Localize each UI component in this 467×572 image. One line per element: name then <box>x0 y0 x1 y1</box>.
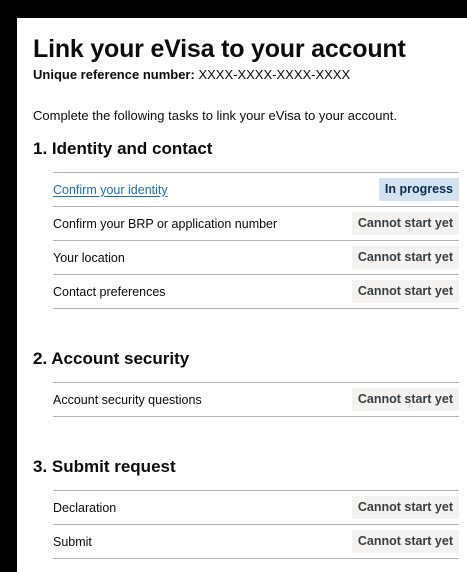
task-name: Account security questions <box>53 392 202 407</box>
task-confirm-identity[interactable]: Confirm your identity In progress <box>53 173 459 207</box>
task-your-location: Your location Cannot start yet <box>53 241 459 275</box>
page-frame: Link your eVisa to your account Unique r… <box>17 18 467 572</box>
status-tag-cannot-start: Cannot start yet <box>351 496 459 519</box>
reference-label: Unique reference number: <box>33 67 195 82</box>
task-confirm-brp: Confirm your BRP or application number C… <box>53 207 459 241</box>
task-contact-preferences: Contact preferences Cannot start yet <box>53 275 459 309</box>
reference-number: Unique reference number: XXXX-XXXX-XXXX-… <box>33 66 459 83</box>
status-tag-cannot-start: Cannot start yet <box>351 530 459 553</box>
task-list: Account security questions Cannot start … <box>53 382 459 417</box>
section-title: 1. Identity and contact <box>33 139 213 158</box>
confirm-identity-link[interactable]: Confirm your identity <box>53 183 168 197</box>
status-tag-cannot-start: Cannot start yet <box>351 280 459 303</box>
reference-value: XXXX-XXXX-XXXX-XXXX <box>198 67 351 82</box>
task-name: Confirm your BRP or application number <box>53 216 278 231</box>
section-title: 3. Submit request <box>33 457 176 476</box>
task-list: Declaration Cannot start yet Submit Cann… <box>53 490 459 559</box>
task-name: Declaration <box>53 500 117 515</box>
status-tag-in-progress: In progress <box>378 178 459 201</box>
task-name: Submit <box>53 534 92 549</box>
section-submit-request: 3. Submit request Declaration Cannot sta… <box>33 456 459 559</box>
task-name: Your location <box>53 250 125 265</box>
intro-text: Complete the following tasks to link you… <box>33 108 397 123</box>
status-tag-cannot-start: Cannot start yet <box>351 246 459 269</box>
status-tag-cannot-start: Cannot start yet <box>351 212 459 235</box>
status-tag-cannot-start: Cannot start yet <box>351 388 459 411</box>
main-content: Link your eVisa to your account Unique r… <box>33 34 459 559</box>
task-security-questions: Account security questions Cannot start … <box>53 383 459 417</box>
task-list: Confirm your identity In progress Confir… <box>53 172 459 309</box>
page-title: Link your eVisa to your account <box>33 35 406 63</box>
section-account-security: 2. Account security Account security que… <box>33 348 459 417</box>
section-identity-contact: 1. Identity and contact Confirm your ide… <box>33 138 459 309</box>
section-title: 2. Account security <box>33 349 190 368</box>
task-declaration: Declaration Cannot start yet <box>53 491 459 525</box>
task-submit: Submit Cannot start yet <box>53 525 459 559</box>
task-name: Contact preferences <box>53 284 166 299</box>
